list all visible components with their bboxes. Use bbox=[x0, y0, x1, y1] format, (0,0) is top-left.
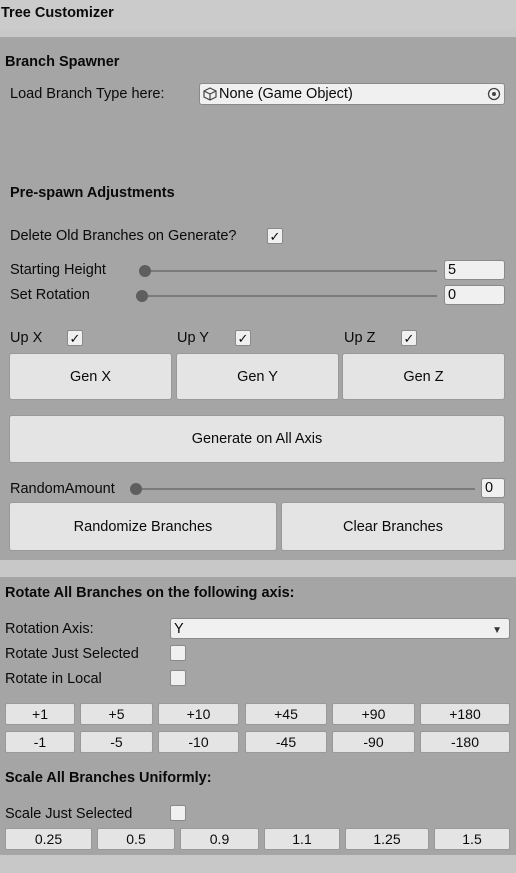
up-y-label: Up Y bbox=[177, 330, 209, 346]
rotate-minus-1-button[interactable]: -1 bbox=[5, 731, 75, 753]
rotate-just-selected-checkbox[interactable] bbox=[170, 645, 186, 661]
branch-object-value: None (Game Object) bbox=[219, 86, 353, 102]
up-z-label: Up Z bbox=[344, 330, 376, 346]
scale-1-25-button[interactable]: 1.25 bbox=[345, 828, 429, 850]
scale-0-25-button[interactable]: 0.25 bbox=[5, 828, 92, 850]
up-y-checkbox[interactable]: ✓ bbox=[235, 330, 251, 346]
check-icon: ✓ bbox=[69, 330, 81, 346]
scale-just-selected-label: Scale Just Selected bbox=[5, 806, 133, 822]
scale-just-selected-checkbox[interactable] bbox=[170, 805, 186, 821]
rotation-axis-label: Rotation Axis: bbox=[5, 621, 94, 637]
generate-all-axis-button[interactable]: Generate on All Axis bbox=[9, 415, 505, 463]
gen-x-button[interactable]: Gen X bbox=[9, 353, 172, 400]
rotate-minus-45-button[interactable]: -45 bbox=[245, 731, 327, 753]
window-title: Tree Customizer bbox=[1, 5, 114, 21]
rotate-in-local-checkbox[interactable] bbox=[170, 670, 186, 686]
rotate-minus-5-button[interactable]: -5 bbox=[80, 731, 153, 753]
branch-spawner-heading: Branch Spawner bbox=[5, 54, 120, 70]
rotate-plus-90-button[interactable]: +90 bbox=[332, 703, 415, 725]
starting-height-input[interactable]: 5 bbox=[444, 260, 505, 280]
random-amount-input[interactable]: 0 bbox=[481, 478, 505, 498]
starting-height-slider-handle[interactable] bbox=[139, 265, 151, 277]
rotate-plus-1-button[interactable]: +1 bbox=[5, 703, 75, 725]
up-x-label: Up X bbox=[10, 330, 43, 346]
game-object-icon bbox=[203, 87, 217, 101]
rotate-minus-10-button[interactable]: -10 bbox=[158, 731, 239, 753]
object-picker-icon[interactable] bbox=[487, 87, 501, 101]
scale-0-5-button[interactable]: 0.5 bbox=[97, 828, 175, 850]
delete-old-checkbox[interactable]: ✓ bbox=[267, 228, 283, 244]
rotate-plus-180-button[interactable]: +180 bbox=[420, 703, 510, 725]
starting-height-label: Starting Height bbox=[10, 262, 106, 278]
set-rotation-slider-track[interactable] bbox=[141, 295, 437, 297]
branch-object-field[interactable]: None (Game Object) bbox=[199, 83, 505, 105]
chevron-down-icon: ▼ bbox=[492, 625, 502, 636]
scale-1-1-button[interactable]: 1.1 bbox=[264, 828, 340, 850]
rotate-minus-90-button[interactable]: -90 bbox=[332, 731, 415, 753]
rotate-in-local-label: Rotate in Local bbox=[5, 671, 102, 687]
rotate-just-selected-label: Rotate Just Selected bbox=[5, 646, 139, 662]
rotate-heading: Rotate All Branches on the following axi… bbox=[5, 585, 295, 601]
rotation-axis-dropdown[interactable]: Y ▼ bbox=[170, 618, 510, 639]
up-x-checkbox[interactable]: ✓ bbox=[67, 330, 83, 346]
set-rotation-input[interactable]: 0 bbox=[444, 285, 505, 305]
starting-height-slider-track[interactable] bbox=[145, 270, 437, 272]
load-branch-label: Load Branch Type here: bbox=[10, 86, 165, 102]
randomize-branches-button[interactable]: Randomize Branches bbox=[9, 502, 277, 551]
rotate-plus-10-button[interactable]: +10 bbox=[158, 703, 239, 725]
check-icon: ✓ bbox=[403, 330, 415, 346]
scale-1-5-button[interactable]: 1.5 bbox=[434, 828, 510, 850]
check-icon: ✓ bbox=[237, 330, 249, 346]
random-amount-label: RandomAmount bbox=[10, 481, 115, 497]
rotate-plus-45-button[interactable]: +45 bbox=[245, 703, 327, 725]
rotate-minus-180-button[interactable]: -180 bbox=[420, 731, 510, 753]
random-amount-slider-track[interactable] bbox=[136, 488, 475, 490]
gen-z-button[interactable]: Gen Z bbox=[342, 353, 505, 400]
rotation-axis-value: Y bbox=[174, 620, 184, 637]
scale-0-9-button[interactable]: 0.9 bbox=[180, 828, 259, 850]
clear-branches-button[interactable]: Clear Branches bbox=[281, 502, 505, 551]
set-rotation-label: Set Rotation bbox=[10, 287, 90, 303]
scale-heading: Scale All Branches Uniformly: bbox=[5, 770, 212, 786]
rotate-plus-5-button[interactable]: +5 bbox=[80, 703, 153, 725]
prespawn-heading: Pre-spawn Adjustments bbox=[10, 185, 175, 201]
set-rotation-slider-handle[interactable] bbox=[136, 290, 148, 302]
random-amount-slider-handle[interactable] bbox=[130, 483, 142, 495]
check-icon: ✓ bbox=[269, 228, 281, 244]
up-z-checkbox[interactable]: ✓ bbox=[401, 330, 417, 346]
delete-old-label: Delete Old Branches on Generate? bbox=[10, 228, 237, 244]
gen-y-button[interactable]: Gen Y bbox=[176, 353, 339, 400]
